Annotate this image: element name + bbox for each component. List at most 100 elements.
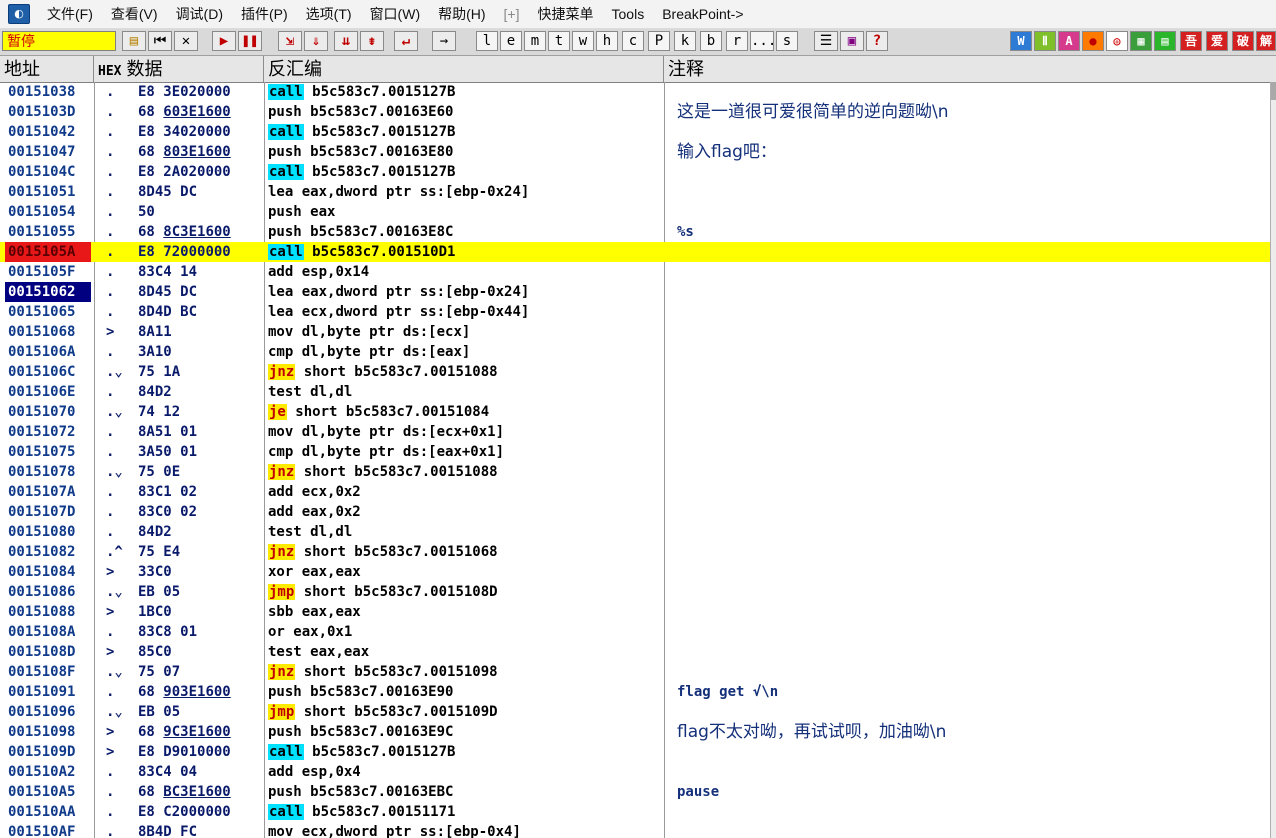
menu-options[interactable]: 选项(T)	[297, 4, 361, 24]
vertical-scrollbar[interactable]	[1270, 82, 1276, 838]
panel-icon[interactable]: ▤	[1154, 31, 1176, 51]
disasm-row[interactable]: 0015108A. 83C8 01 or eax,0x1	[0, 622, 1270, 642]
step-into-icon[interactable]: ⇲	[278, 31, 302, 51]
cpu-button[interactable]: c	[622, 31, 644, 51]
disasm-row[interactable]: 00151096 .⌄ EB 05 jmp short b5c583c7.001510…	[0, 702, 1270, 722]
source-button[interactable]: s	[776, 31, 798, 51]
header-comment[interactable]: 注释	[664, 56, 1276, 82]
modules-button[interactable]: e	[500, 31, 522, 51]
menu-shortcuts[interactable]: 快捷菜单	[529, 4, 603, 24]
disasm-row[interactable]: 0015104C. E8 2A020000 call b5c583c7.001512…	[0, 162, 1270, 182]
disasm-row[interactable]: 0015105A. E8 72000000 call b5c583c7.001510…	[0, 242, 1270, 262]
menu-breakpoint[interactable]: BreakPoint->	[653, 6, 752, 22]
disasm-row[interactable]: 00151072. 8A51 01 mov dl,byte ptr ds:[ecx+…	[0, 422, 1270, 442]
trace-into-icon[interactable]: ⇊	[334, 31, 358, 51]
disasm-row[interactable]: 0015108D >85C0 test eax,eax	[0, 642, 1270, 662]
pause-icon[interactable]: ❚❚	[238, 31, 262, 51]
menu-file[interactable]: 文件(F)	[38, 4, 102, 24]
log-window-button[interactable]: l	[476, 31, 498, 51]
brand-icon-jie[interactable]: 解	[1256, 31, 1276, 51]
disasm-row[interactable]: 00151098 >68 9C3E1600 push b5c583c7.00163E…	[0, 722, 1270, 742]
execute-till-return-icon[interactable]: ↵	[394, 31, 418, 51]
disasm-row[interactable]: 00151075. 3A50 01 cmp dl,byte ptr ds:[eax+…	[0, 442, 1270, 462]
disasm-row[interactable]: 00151068 >8A11 mov dl,byte ptr ds:[ecx]	[0, 322, 1270, 342]
disasm-row[interactable]: 0015107A. 83C1 02 add ecx,0x2	[0, 482, 1270, 502]
plugin-icon-1[interactable]: Ⅱ	[1034, 31, 1056, 51]
help-icon[interactable]: ?	[866, 31, 888, 51]
breakpoints-button[interactable]: b	[700, 31, 722, 51]
list-icon[interactable]: ☰	[814, 31, 838, 51]
menu-debug[interactable]: 调试(D)	[167, 4, 232, 24]
run-icon[interactable]: ▶	[212, 31, 236, 51]
step-over-icon[interactable]: ⇓	[304, 31, 328, 51]
memory-button[interactable]: m	[524, 31, 546, 51]
disasm-row[interactable]: 00151055. 68 8C3E1600 push b5c583c7.00163E…	[0, 222, 1270, 242]
menu-plus[interactable]: [+]	[495, 6, 529, 22]
disasm-row[interactable]: 001510A5. 68 BC3E1600 push b5c583c7.00163E…	[0, 782, 1270, 802]
disasm-row[interactable]: 00151082 .^ 75 E4 jnz short b5c583c7.001510…	[0, 542, 1270, 562]
disasm-row[interactable]: 00151042. E8 34020000 call b5c583c7.001512…	[0, 122, 1270, 142]
disasm-row[interactable]: 0015109D > E8 D9010000 call b5c583c7.001512…	[0, 742, 1270, 762]
open-icon[interactable]: ▤	[122, 31, 146, 51]
disasm-row[interactable]: 00151080. 84D2 test dl,dl	[0, 522, 1270, 542]
disasm-row[interactable]: 00151088 >1BC0 sbb eax,eax	[0, 602, 1270, 622]
menu-help[interactable]: 帮助(H)	[429, 4, 494, 24]
disasm-row[interactable]: 00151062. 8D45 DC lea eax,dword ptr ss:[eb…	[0, 282, 1270, 302]
header-hex[interactable]: HEX 数据	[94, 56, 264, 82]
row-address: 00151096	[8, 704, 76, 720]
disasm-row[interactable]: 00151065. 8D4D BC lea ecx,dword ptr ss:[eb…	[0, 302, 1270, 322]
record-icon[interactable]: ●	[1082, 31, 1104, 51]
disasm-row[interactable]: 00151091. 68 903E1600 push b5c583c7.00163E…	[0, 682, 1270, 702]
row-hex-operand: C2000000	[163, 804, 231, 820]
disasm-row[interactable]: 0015106C .⌄ 75 1A jnz short b5c583c7.001510…	[0, 362, 1270, 382]
restart-icon[interactable]: ⏮	[148, 31, 172, 51]
scrollbar-thumb[interactable]	[1271, 82, 1276, 100]
menu-tools[interactable]: Tools	[603, 6, 654, 22]
grid-icon[interactable]: ▦	[1130, 31, 1152, 51]
disasm-row[interactable]: 00151047. 68 803E1600 push b5c583c7.00163E…	[0, 142, 1270, 162]
disasm-row[interactable]: 001510AF. 8B4D FC mov ecx,dword ptr ss:[eb…	[0, 822, 1270, 838]
brand-icon-po[interactable]: 破	[1232, 31, 1254, 51]
disasm-row[interactable]: 0015108F .⌄ 75 07 jnz short b5c583c7.001510…	[0, 662, 1270, 682]
disasm-row[interactable]: 00151070 .⌄ 74 12 je short b5c583c7.0015108…	[0, 402, 1270, 422]
patches-button[interactable]: P	[648, 31, 670, 51]
options-icon[interactable]: ▣	[840, 31, 864, 51]
brand-icon-wu[interactable]: 吾	[1180, 31, 1202, 51]
plugin-icon-2[interactable]: A	[1058, 31, 1080, 51]
header-address[interactable]: 地址	[0, 56, 94, 82]
disasm-row[interactable]: 00151054. 50 push eax	[0, 202, 1270, 222]
goto-icon[interactable]: →	[432, 31, 456, 51]
row-operands: short b5c583c7.00151088	[295, 464, 498, 480]
row-branch-marker: .	[106, 784, 115, 800]
references-button[interactable]: r	[726, 31, 748, 51]
disasm-row[interactable]: 0015103D. 68 603E1600 push b5c583c7.00163E…	[0, 102, 1270, 122]
row-comment	[677, 582, 1267, 602]
menu-view[interactable]: 查看(V)	[102, 4, 167, 24]
disasm-row[interactable]: 00151051. 8D45 DC lea eax,dword ptr ss:[eb…	[0, 182, 1270, 202]
disasm-row[interactable]: 0015106A. 3A10 cmp dl,byte ptr ds:[eax]	[0, 342, 1270, 362]
close-icon[interactable]: ✕	[174, 31, 198, 51]
brand-icon-ai[interactable]: 爱	[1206, 31, 1228, 51]
trace-over-icon[interactable]: ⇟	[360, 31, 384, 51]
disasm-row[interactable]: 00151078 .⌄ 75 0E jnz short b5c583c7.001510…	[0, 462, 1270, 482]
threads-button[interactable]: t	[548, 31, 570, 51]
target-icon[interactable]: ◎	[1106, 31, 1128, 51]
refresh-icon[interactable]: W	[1010, 31, 1032, 51]
call-stack-button[interactable]: k	[674, 31, 696, 51]
disasm-row[interactable]: 0015107D. 83C0 02 add eax,0x2	[0, 502, 1270, 522]
row-mnemonic: mov	[268, 824, 294, 838]
disasm-row[interactable]: 00151086 .⌄ EB 05 jmp short b5c583c7.001510…	[0, 582, 1270, 602]
handles-button[interactable]: h	[596, 31, 618, 51]
disasm-row[interactable]: 0015106E. 84D2 test dl,dl	[0, 382, 1270, 402]
header-disassembly[interactable]: 反汇编	[264, 56, 664, 82]
windows-button[interactable]: w	[572, 31, 594, 51]
menu-window[interactable]: 窗口(W)	[361, 4, 430, 24]
menu-plugins[interactable]: 插件(P)	[232, 4, 297, 24]
disassembly-view[interactable]: 00151038. E8 3E020000 call b5c583c7.001512…	[0, 82, 1270, 838]
run-trace-button[interactable]: ...	[750, 31, 776, 51]
disasm-row[interactable]: 001510A2. 83C4 04 add esp,0x4	[0, 762, 1270, 782]
disasm-row[interactable]: 001510AA. E8 C2000000 call b5c583c7.001511…	[0, 802, 1270, 822]
disasm-row[interactable]: 00151038. E8 3E020000 call b5c583c7.001512…	[0, 82, 1270, 102]
disasm-row[interactable]: 00151084 >33C0 xor eax,eax	[0, 562, 1270, 582]
disasm-row[interactable]: 0015105F. 83C4 14 add esp,0x14	[0, 262, 1270, 282]
